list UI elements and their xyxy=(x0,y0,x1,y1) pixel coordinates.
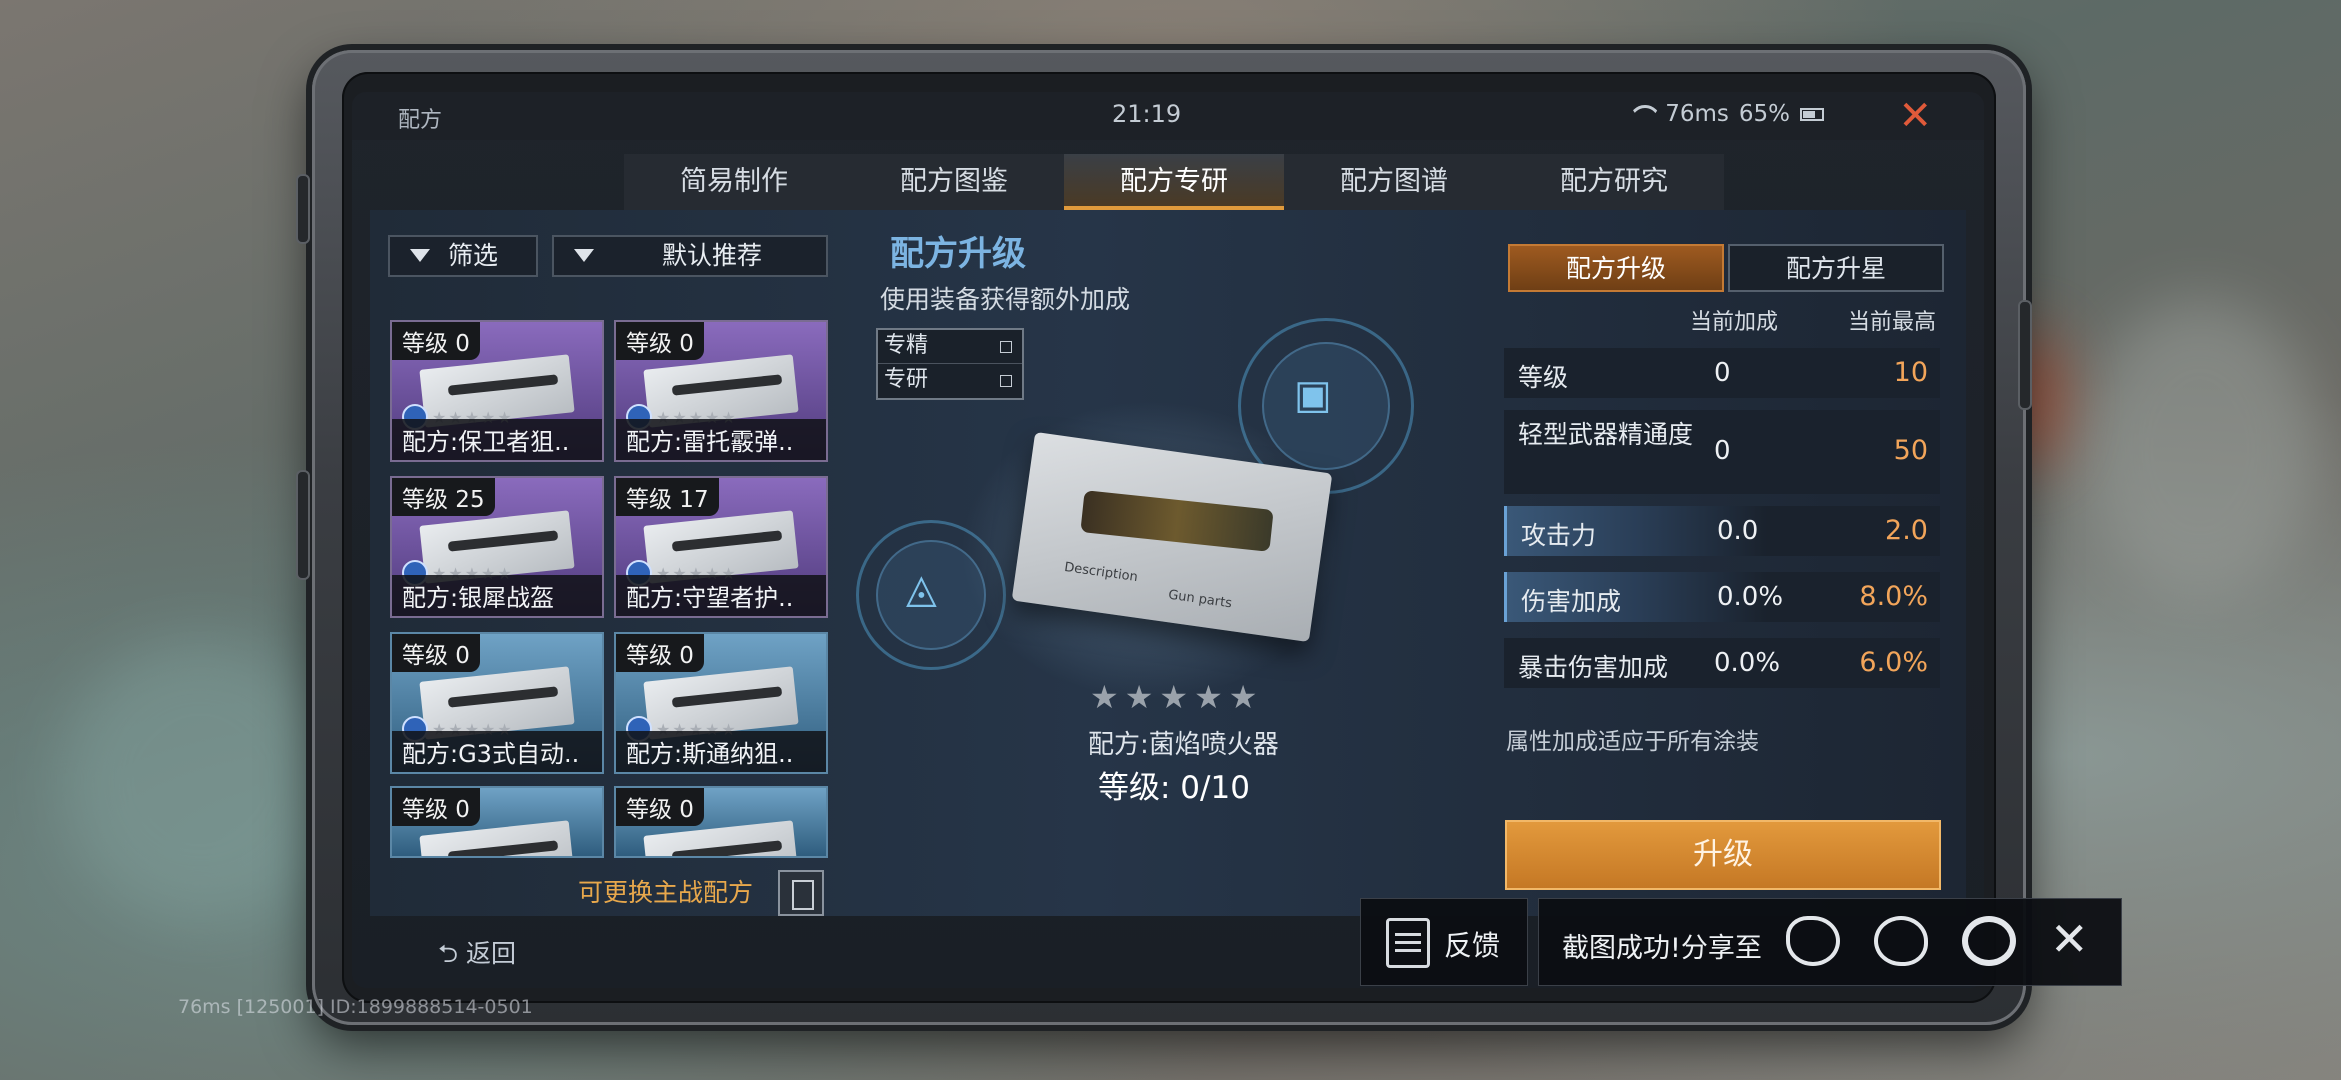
checkbox-icon[interactable] xyxy=(1000,375,1012,387)
stat-label: 伤害加成 xyxy=(1521,587,1622,616)
stat-current: 0.0 xyxy=(1717,516,1759,546)
card-level: 等级 0 xyxy=(392,322,480,360)
stat-max: 8.0% xyxy=(1859,581,1928,612)
wifi-icon xyxy=(1629,105,1655,123)
filter-button[interactable]: 筛选 xyxy=(388,235,538,277)
card-level: 等级 0 xyxy=(616,322,704,360)
recipe-name: 配方:菌焰喷火器 xyxy=(1088,730,1279,760)
bonus-note: 属性加成适应于所有涂装 xyxy=(1506,729,1759,755)
card-level: 等级 0 xyxy=(616,788,704,826)
battery-text: 65% xyxy=(1738,101,1790,127)
recipe-level: 等级: 0/10 xyxy=(1098,770,1250,806)
tab-simple-craft[interactable]: 简易制作 xyxy=(624,154,844,210)
column-current-max: 当前最高 xyxy=(1848,310,1937,335)
card-level: 等级 0 xyxy=(392,634,480,672)
recipe-card[interactable]: 等级 0 xyxy=(614,786,828,858)
status-area: 76ms 65% xyxy=(1629,101,1824,127)
card-level: 等级 0 xyxy=(392,788,480,826)
stat-row: 伤害加成 0.0% 8.0% xyxy=(1504,572,1940,622)
stat-label: 等级 xyxy=(1518,363,1569,392)
stat-current: 0 xyxy=(1714,436,1731,466)
stat-row: 攻击力 0.0 2.0 xyxy=(1504,506,1940,556)
upgrade-button[interactable]: 升级 xyxy=(1505,820,1941,890)
feedback-icon xyxy=(1386,918,1430,968)
section-title: 配方升级 xyxy=(890,234,1026,274)
card-name: 配方:G3式自动.. xyxy=(392,731,602,772)
swap-main-recipe-label[interactable]: 可更换主战配方 xyxy=(578,873,753,909)
stat-current: 0 xyxy=(1714,358,1731,388)
debug-info: 76ms [125001] ID:1899888514-0501 xyxy=(178,996,533,1018)
stat-row: 轻型武器精通度 0 50 xyxy=(1504,410,1940,494)
section-subtitle: 使用装备获得额外加成 xyxy=(880,285,1131,314)
clock: 21:19 xyxy=(1112,100,1182,128)
card-level: 等级 0 xyxy=(616,634,704,672)
moments-icon[interactable] xyxy=(1962,916,2016,966)
top-bar: 配方 21:19 76ms 65% ✕ xyxy=(352,92,1984,140)
tab-recipe-study[interactable]: 配方研究 xyxy=(1504,154,1724,210)
tab-recipe-research[interactable]: 配方专研 xyxy=(1064,154,1284,210)
frame-hinge xyxy=(296,470,310,580)
filter-label: 筛选 xyxy=(448,241,499,270)
stat-row: 等级 0 10 xyxy=(1504,348,1940,398)
recipe-card[interactable]: 等级 0 ★★★★★ 配方:保卫者狙.. xyxy=(390,320,604,462)
checkbox-research[interactable]: 专研 xyxy=(878,364,1022,398)
stat-label: 攻击力 xyxy=(1521,521,1597,550)
battery-icon xyxy=(1800,107,1824,121)
card-level: 等级 17 xyxy=(616,478,719,516)
card-name: 配方:银犀战盔 xyxy=(392,575,602,616)
stat-label: 暴击伤害加成 xyxy=(1518,653,1669,682)
share-label: 截图成功!分享至 xyxy=(1562,933,1762,964)
close-share-icon[interactable]: ✕ xyxy=(2050,912,2089,966)
background-blob xyxy=(60,640,340,920)
equipment-checkboxes: 专精 专研 xyxy=(876,328,1024,400)
tab-recipe-star[interactable]: 配方升星 xyxy=(1728,244,1944,292)
tab-recipe-upgrade[interactable]: 配方升级 xyxy=(1508,244,1724,292)
clipboard-icon[interactable] xyxy=(778,870,824,916)
sort-label: 默认推荐 xyxy=(662,241,763,270)
card-name: 配方:雷托霰弹.. xyxy=(616,419,826,460)
recipe-card[interactable]: 等级 0 xyxy=(390,786,604,858)
stat-max: 10 xyxy=(1893,357,1928,388)
tab-recipe-catalog[interactable]: 配方图鉴 xyxy=(844,154,1064,210)
triangle-gear-icon: ◬ xyxy=(906,566,937,612)
card-name: 配方:保卫者狙.. xyxy=(392,419,602,460)
back-button[interactable]: ⮌ 返回 xyxy=(438,934,516,978)
card-name: 配方:斯通纳狙.. xyxy=(616,731,826,772)
weibo-icon[interactable] xyxy=(1786,916,1840,966)
stat-current: 0.0% xyxy=(1714,648,1781,678)
checkbox-label: 专精 xyxy=(884,333,929,358)
recipe-card[interactable]: 等级 0 ★★★★★ 配方:斯通纳狙.. xyxy=(614,632,828,774)
stat-max: 6.0% xyxy=(1859,647,1928,678)
main-tabs: 简易制作 配方图鉴 配方专研 配方图谱 配方研究 xyxy=(624,154,1724,210)
frame-hinge xyxy=(2018,300,2032,410)
recipe-card[interactable]: 等级 17 ★★★★★ 配方:守望者护.. xyxy=(614,476,828,618)
card-name: 配方:守望者护.. xyxy=(616,575,826,616)
stat-label: 轻型武器精通度 xyxy=(1518,420,1694,449)
wechat-icon[interactable] xyxy=(1874,916,1928,966)
stat-max: 2.0 xyxy=(1885,515,1928,546)
sort-dropdown[interactable]: 默认推荐 xyxy=(552,235,828,277)
ping-text: 76ms xyxy=(1665,101,1729,127)
recipe-stars: ★★★★★ xyxy=(1090,678,1264,716)
recipe-card[interactable]: 等级 0 ★★★★★ 配方:G3式自动.. xyxy=(390,632,604,774)
frame-hinge xyxy=(296,174,310,244)
dropdown-triangle-icon xyxy=(574,248,594,262)
recipe-card[interactable]: 等级 25 ★★★★★ 配方:银犀战盔 xyxy=(390,476,604,618)
window-title: 配方 xyxy=(398,108,443,133)
stat-row: 暴击伤害加成 0.0% 6.0% xyxy=(1504,638,1940,688)
back-label: 返回 xyxy=(465,939,516,968)
stat-current: 0.0% xyxy=(1717,582,1784,612)
checkbox-specialize[interactable]: 专精 xyxy=(878,330,1022,364)
column-current-bonus: 当前加成 xyxy=(1690,310,1779,335)
feedback-label: 反馈 xyxy=(1444,929,1501,962)
card-level: 等级 25 xyxy=(392,478,495,516)
stat-max: 50 xyxy=(1893,435,1928,466)
filter-triangle-icon xyxy=(410,248,430,262)
tab-recipe-atlas[interactable]: 配方图谱 xyxy=(1284,154,1504,210)
checkbox-label: 专研 xyxy=(884,367,929,392)
checkbox-icon[interactable] xyxy=(1000,341,1012,353)
recipe-card[interactable]: 等级 0 ★★★★★ 配方:雷托霰弹.. xyxy=(614,320,828,462)
background-blob xyxy=(2080,300,2320,600)
close-icon[interactable]: ✕ xyxy=(1898,94,1932,138)
